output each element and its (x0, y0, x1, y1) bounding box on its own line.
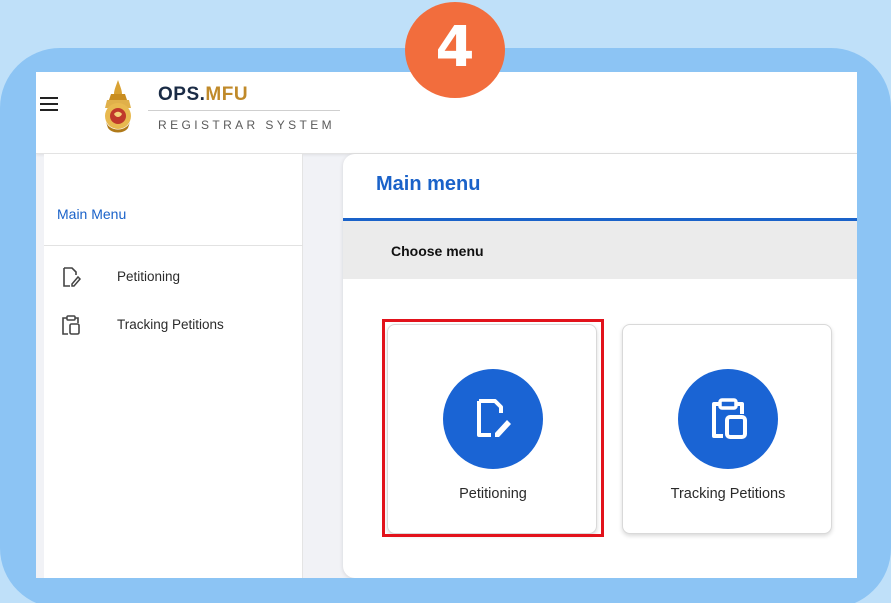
clipboard-icon (62, 315, 80, 335)
section-label: Choose menu (391, 243, 484, 259)
petitioning-card-label: Petitioning (459, 486, 527, 502)
tracking-petitions-card-label: Tracking Petitions (670, 486, 786, 502)
brand-divider (148, 110, 340, 111)
sidebar-item-petitioning[interactable]: Petitioning (60, 264, 300, 292)
sidebar: Main Menu Petitioning Tracking Petitions (44, 154, 303, 578)
main-content: Main menu Choose menu Petitioning Tracki… (343, 154, 857, 578)
page-title: Main menu (376, 173, 481, 195)
section-header: Choose menu (343, 221, 857, 279)
university-logo (105, 80, 131, 133)
hamburger-menu-icon[interactable] (40, 97, 60, 113)
brand-title: OPS.MFU (158, 84, 249, 105)
tracking-icon-circle (678, 369, 778, 469)
sidebar-item-tracking-petitions[interactable]: Tracking Petitions (60, 312, 300, 340)
tracking-petitions-card[interactable]: Tracking Petitions (622, 324, 832, 534)
app-window: OPS.MFU REGISTRAR SYSTEM Main Menu Petit… (36, 72, 857, 578)
sidebar-title[interactable]: Main Menu (57, 206, 126, 222)
edit-document-icon (63, 267, 82, 287)
petitioning-card[interactable]: Petitioning (387, 324, 597, 534)
clipboard-icon (712, 398, 747, 439)
petitioning-icon-circle (443, 369, 543, 469)
brand-subtitle: REGISTRAR SYSTEM (158, 118, 336, 132)
step-number-badge: 4 (405, 2, 505, 98)
sidebar-item-label: Tracking Petitions (117, 317, 224, 332)
sidebar-divider (44, 245, 303, 246)
edit-document-icon (477, 399, 511, 437)
sidebar-item-label: Petitioning (117, 269, 181, 284)
